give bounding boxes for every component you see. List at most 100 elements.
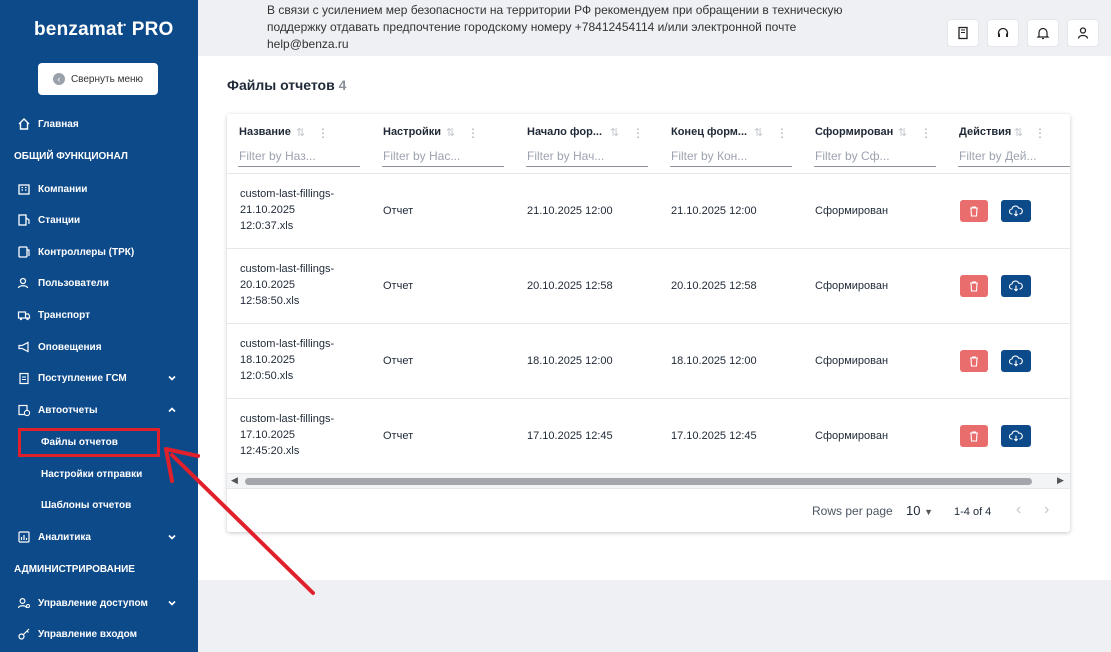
home-icon bbox=[18, 118, 30, 130]
sidebar-item-autoreports[interactable]: Автоотчеты bbox=[0, 399, 198, 421]
sidebar-subitem-send-settings[interactable]: Настройки отправки bbox=[0, 463, 198, 485]
column-menu-icon[interactable]: ⋮ bbox=[1034, 126, 1046, 140]
sidebar-item-label: Управление входом bbox=[38, 628, 138, 640]
delete-button[interactable] bbox=[960, 425, 988, 447]
filter-input-actions[interactable]: Filter by Дей... bbox=[958, 147, 1070, 167]
rows-per-page-select[interactable]: 10 ▼ bbox=[906, 503, 933, 518]
notifications-button[interactable] bbox=[1027, 19, 1059, 47]
sidebar-item-label: Контроллеры (ТРК) bbox=[38, 246, 135, 258]
filter-input-settings[interactable]: Filter by Нас... bbox=[382, 147, 504, 167]
sidebar-item-stations[interactable]: Станции bbox=[0, 209, 198, 231]
sort-icon[interactable]: ⇅ bbox=[1014, 126, 1023, 139]
table-row[interactable]: custom-last-fillings- 21.10.2025 12:0:37… bbox=[227, 174, 1070, 249]
sidebar-item-label: Транспорт bbox=[38, 309, 91, 321]
column-header-actions[interactable]: Действия bbox=[959, 126, 1011, 138]
column-header-settings[interactable]: Настройки bbox=[383, 126, 441, 138]
column-menu-icon[interactable]: ⋮ bbox=[920, 126, 932, 140]
file-name-line: 17.10.2025 bbox=[240, 429, 296, 441]
end-cell: 17.10.2025 12:45 bbox=[671, 430, 757, 442]
collapse-menu-button[interactable]: ‹ Свернуть меню bbox=[38, 63, 158, 95]
column-menu-icon[interactable]: ⋮ bbox=[776, 126, 788, 140]
filter-input-status[interactable]: Filter by Сф... bbox=[814, 147, 936, 167]
user-icon bbox=[1077, 27, 1089, 39]
sidebar-item-home[interactable]: Главная bbox=[0, 113, 198, 135]
sidebar-item-login-control[interactable]: Управление входом bbox=[0, 623, 198, 645]
chevron-up-icon bbox=[168, 407, 176, 413]
page-bottom-area bbox=[198, 580, 1111, 652]
highlight-box bbox=[18, 428, 160, 457]
book-icon bbox=[958, 26, 968, 40]
file-name-line: 21.10.2025 bbox=[240, 204, 296, 216]
sidebar-item-transport[interactable]: Транспорт bbox=[0, 304, 198, 326]
page-title: Файлы отчетов 4 bbox=[227, 77, 346, 93]
cloud-download-icon bbox=[1009, 430, 1023, 442]
fuel-station-icon bbox=[18, 214, 30, 226]
security-notice: В связи с усилением мер безопасности на … bbox=[267, 3, 843, 51]
status-cell: Сформирован bbox=[815, 430, 889, 442]
table-row[interactable]: custom-last-fillings- 17.10.2025 12:45:2… bbox=[227, 399, 1070, 474]
filter-input-name[interactable]: Filter by Наз... bbox=[238, 147, 360, 167]
sidebar-item-companies[interactable]: Компании bbox=[0, 178, 198, 200]
download-button[interactable] bbox=[1001, 200, 1031, 222]
filter-input-end[interactable]: Filter by Кон... bbox=[670, 147, 792, 167]
profile-button[interactable] bbox=[1067, 19, 1099, 47]
sort-icon[interactable]: ⇅ bbox=[898, 126, 907, 139]
megaphone-icon bbox=[18, 341, 29, 353]
sidebar-item-controllers[interactable]: Контроллеры (ТРК) bbox=[0, 241, 198, 263]
table-row[interactable]: custom-last-fillings- 18.10.2025 12:0:50… bbox=[227, 324, 1070, 399]
docs-button[interactable] bbox=[947, 19, 979, 47]
end-cell: 20.10.2025 12:58 bbox=[671, 280, 757, 292]
sidebar-item-fuel-intake[interactable]: Поступление ГСМ bbox=[0, 367, 198, 389]
sidebar-item-users[interactable]: Пользователи bbox=[0, 272, 198, 294]
download-button[interactable] bbox=[1001, 275, 1031, 297]
chevron-down-icon bbox=[168, 534, 176, 540]
download-button[interactable] bbox=[1001, 350, 1031, 372]
brand-name: benzamat bbox=[34, 19, 124, 40]
brand-logo[interactable]: benzamat• PRO bbox=[34, 19, 174, 41]
scroll-left-icon[interactable]: ◀ bbox=[231, 475, 238, 486]
column-header-name[interactable]: Название bbox=[239, 126, 291, 138]
column-menu-icon[interactable]: ⋮ bbox=[317, 126, 329, 140]
start-cell: 17.10.2025 12:45 bbox=[527, 430, 613, 442]
settings-cell: Отчет bbox=[383, 430, 414, 442]
clipboard-icon bbox=[19, 372, 29, 385]
column-header-status[interactable]: Сформирован bbox=[815, 126, 893, 138]
scroll-right-icon[interactable]: ▶ bbox=[1057, 475, 1064, 486]
table-row[interactable]: custom-last-fillings- 20.10.2025 12:58:5… bbox=[227, 249, 1070, 324]
sidebar-item-label: Управление доступом bbox=[38, 597, 148, 609]
sort-icon[interactable]: ⇅ bbox=[610, 126, 619, 139]
sidebar-item-label: Автоотчеты bbox=[38, 404, 98, 416]
column-menu-icon[interactable]: ⋮ bbox=[632, 126, 644, 140]
settings-cell: Отчет bbox=[383, 205, 414, 217]
sidebar-item-analytics[interactable]: Аналитика bbox=[0, 526, 198, 548]
download-button[interactable] bbox=[1001, 425, 1031, 447]
sidebar-item-notifications[interactable]: Оповещения bbox=[0, 336, 198, 358]
sidebar-item-label: Настройки отправки bbox=[41, 468, 143, 480]
sidebar-subitem-report-templates[interactable]: Шаблоны отчетов bbox=[0, 494, 198, 516]
support-button[interactable] bbox=[987, 19, 1019, 47]
caret-down-icon: ▼ bbox=[924, 507, 934, 517]
delete-button[interactable] bbox=[960, 350, 988, 372]
filter-input-start[interactable]: Filter by Нач... bbox=[526, 147, 648, 167]
sidebar-item-label: Пользователи bbox=[38, 277, 109, 289]
sort-icon[interactable]: ⇅ bbox=[446, 126, 455, 139]
horizontal-scrollbar[interactable]: ◀ ▶ bbox=[227, 474, 1070, 488]
end-cell: 18.10.2025 12:00 bbox=[671, 355, 757, 367]
delete-button[interactable] bbox=[960, 200, 988, 222]
sidebar-item-access-control[interactable]: Управление доступом bbox=[0, 592, 198, 614]
sort-icon[interactable]: ⇅ bbox=[296, 126, 305, 139]
sort-icon[interactable]: ⇅ bbox=[754, 126, 763, 139]
trash-icon bbox=[970, 281, 978, 292]
building-icon bbox=[18, 184, 30, 195]
table-header: Название ⇅ ⋮ Filter by Наз... Настройки … bbox=[227, 114, 1070, 174]
next-page-button[interactable]: › bbox=[1044, 501, 1049, 519]
delete-button[interactable] bbox=[960, 275, 988, 297]
trash-icon bbox=[970, 356, 978, 367]
column-header-start[interactable]: Начало фор... bbox=[527, 126, 602, 138]
column-header-end[interactable]: Конец форм... bbox=[671, 126, 747, 138]
scrollbar-thumb[interactable] bbox=[245, 478, 1032, 485]
section-admin-title: АДМИНИСТРИРОВАНИЕ bbox=[14, 564, 135, 575]
prev-page-button[interactable]: ‹ bbox=[1016, 501, 1021, 519]
key-icon bbox=[18, 628, 30, 640]
column-menu-icon[interactable]: ⋮ bbox=[467, 126, 479, 140]
